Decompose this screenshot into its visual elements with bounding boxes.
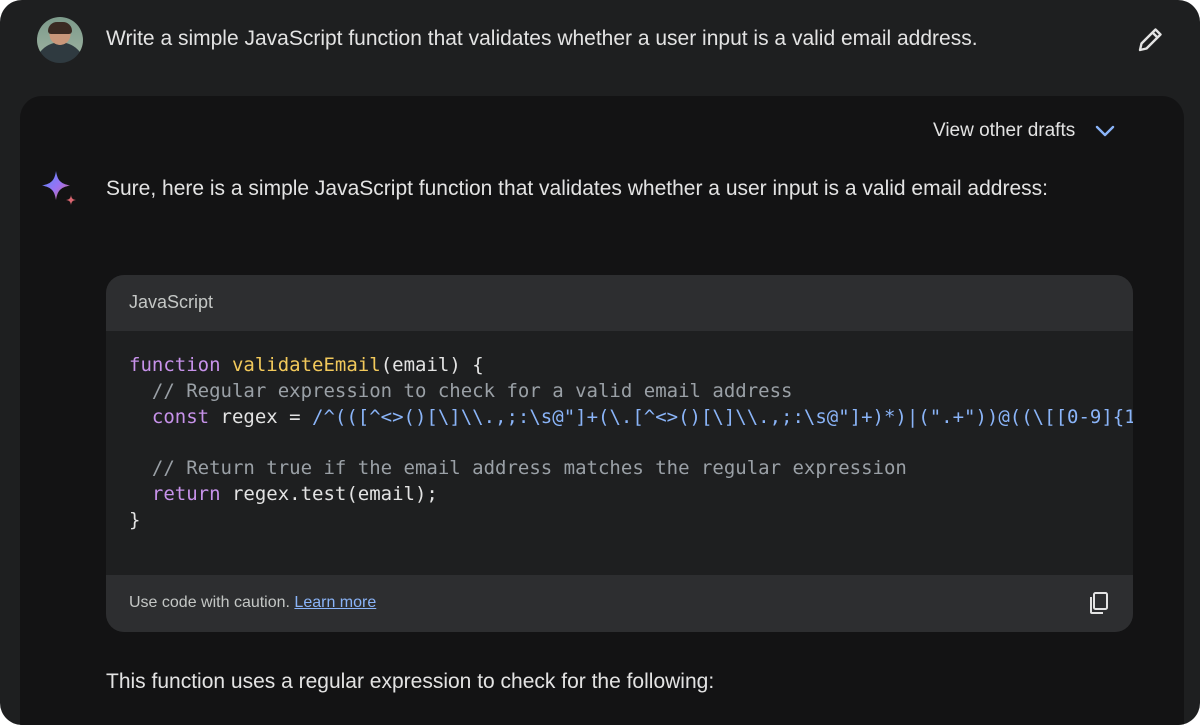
chevron-down-icon [1096, 125, 1115, 137]
learn-more-link[interactable]: Learn more [294, 594, 376, 611]
code-line: // Regular expression to check for a val… [129, 379, 793, 402]
pencil-icon[interactable] [1134, 24, 1166, 56]
code-block-header: JavaScript [106, 275, 1133, 331]
code-line: function validateEmail(email) { [129, 354, 484, 376]
code-block: JavaScript function validateEmail(email)… [106, 275, 1133, 632]
code-line: // Return true if the email address matc… [129, 457, 907, 480]
user-avatar[interactable] [37, 17, 83, 63]
chat-window: Write a simple JavaScript function that … [0, 0, 1200, 725]
code-line: } [129, 508, 141, 531]
response-card: View other drafts Sure, here is a simple… [20, 96, 1184, 725]
drafts-label: View other drafts [933, 120, 1076, 141]
code-language-label: JavaScript [129, 292, 214, 312]
sparkle-icon [42, 171, 76, 205]
caution-text: Use code with caution. Learn more [129, 594, 377, 611]
code-line: return regex.test(email); [129, 482, 438, 505]
code-block-footer: Use code with caution. Learn more [106, 575, 1133, 632]
code-content[interactable]: function validateEmail(email) { // Regul… [106, 331, 1133, 575]
response-intro-text: Sure, here is a simple JavaScript functi… [106, 177, 1048, 200]
user-prompt-row: Write a simple JavaScript function that … [0, 0, 1200, 96]
view-other-drafts-button[interactable]: View other drafts [933, 116, 1117, 146]
user-prompt-text: Write a simple JavaScript function that … [106, 27, 978, 50]
code-line: const regex = /^(([^<>()[\]\\.,;:\s@"]+(… [129, 405, 1133, 428]
response-followup-text: This function uses a regular expression … [106, 670, 715, 693]
copy-icon[interactable] [1086, 590, 1112, 616]
